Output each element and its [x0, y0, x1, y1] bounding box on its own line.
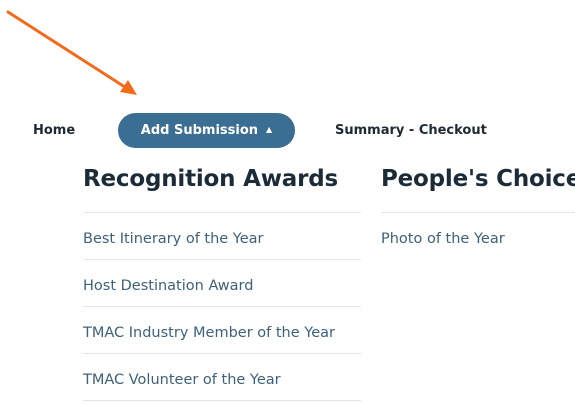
peoples-choice-heading: People's Choice [381, 166, 575, 192]
recognition-awards-list: Best Itinerary of the Year Host Destinat… [83, 212, 361, 401]
add-submission-button[interactable]: Add Submission ▲ [118, 113, 295, 148]
list-item[interactable]: Photo of the Year [381, 213, 575, 259]
nav-home-link[interactable]: Home [33, 117, 75, 145]
peoples-choice-list: Photo of the Year [381, 212, 575, 259]
list-item[interactable]: Best Itinerary of the Year [83, 213, 361, 260]
nav-summary-checkout-link[interactable]: Summary - Checkout [335, 117, 487, 145]
caret-up-icon: ▲ [266, 125, 273, 134]
list-item[interactable]: Host Destination Award [83, 260, 361, 307]
recognition-awards-heading: Recognition Awards [83, 166, 338, 192]
list-item[interactable]: TMAC Industry Member of the Year [83, 307, 361, 354]
add-submission-label: Add Submission [140, 123, 259, 138]
list-item[interactable]: TMAC Volunteer of the Year [83, 354, 361, 401]
